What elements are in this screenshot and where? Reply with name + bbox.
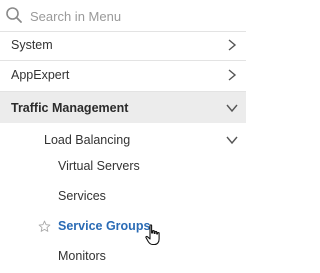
menu-item-label: Virtual Servers — [58, 159, 140, 173]
star-icon[interactable] — [38, 220, 51, 233]
chevron-right-icon — [228, 69, 237, 81]
pointer-hand-icon — [145, 224, 160, 246]
menu-item-traffic-management[interactable]: Traffic Management — [0, 92, 246, 123]
menu-item-label: AppExpert — [11, 68, 70, 82]
menu-item-label: Load Balancing — [44, 133, 131, 147]
menu-item-label: Service Groups — [58, 219, 151, 233]
menu-item-system[interactable]: System — [0, 30, 246, 60]
menu-item-label: Monitors — [58, 249, 106, 263]
menu-item-appexpert[interactable]: AppExpert — [0, 60, 246, 90]
menu-item-label: Services — [58, 189, 106, 203]
menu-item-services[interactable]: Services — [0, 181, 246, 211]
chevron-down-icon — [226, 136, 238, 145]
menu-item-service-groups[interactable]: Service Groups — [0, 211, 246, 241]
chevron-right-icon — [228, 39, 237, 51]
search-input[interactable] — [28, 4, 242, 28]
search-icon — [6, 7, 22, 23]
menu-item-label: Traffic Management — [11, 100, 129, 115]
menu-item-label: System — [11, 38, 53, 52]
menu-item-virtual-servers[interactable]: Virtual Servers — [0, 151, 246, 181]
chevron-down-icon — [226, 104, 238, 113]
menu-item-monitors[interactable]: Monitors — [0, 241, 246, 271]
menu-search-bar — [0, 0, 246, 30]
